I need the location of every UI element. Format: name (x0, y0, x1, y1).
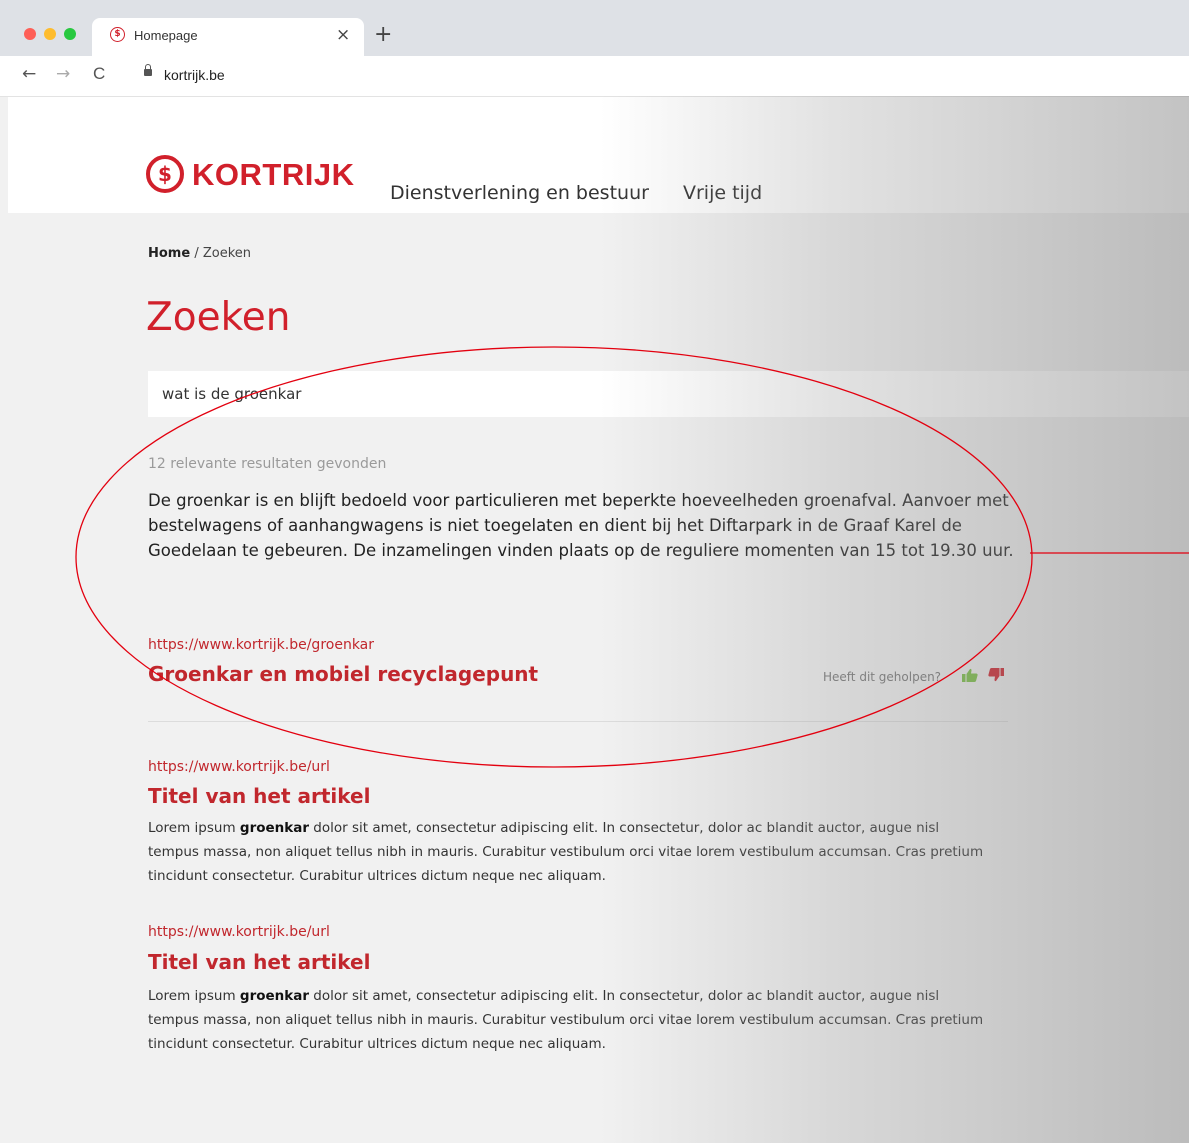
close-tab-icon[interactable]: × (336, 25, 350, 45)
thumbs-down-icon[interactable] (988, 668, 1004, 682)
search-input[interactable]: wat is de groenkar (148, 371, 1189, 417)
browser-tab-bar: $ Homepage × + (0, 0, 1189, 56)
nav-item-vrije-tijd[interactable]: Vrije tijd (683, 182, 762, 204)
lock-icon (144, 64, 152, 76)
page-title: Zoeken (146, 295, 291, 340)
breadcrumb-home[interactable]: Home (148, 246, 190, 261)
forward-icon[interactable]: → (56, 64, 70, 84)
logo-mark-icon: $ (146, 155, 184, 193)
site-header: $ KORTRIJK Dienstverlening en bestuur Vr… (8, 97, 1189, 213)
result-url[interactable]: https://www.kortrijk.be/url (148, 759, 330, 775)
browser-toolbar: ← → C kortrijk.be (0, 56, 1189, 97)
featured-result-title[interactable]: Groenkar en mobiel recyclagepunt (148, 662, 538, 686)
new-tab-icon[interactable]: + (374, 22, 392, 47)
favicon-icon: $ (110, 27, 125, 42)
result-snippet: Lorem ipsum groenkar dolor sit amet, con… (148, 820, 984, 884)
featured-answer: De groenkar is en blijft bedoeld voor pa… (148, 491, 1014, 560)
result-title[interactable]: Titel van het artikel (148, 784, 370, 808)
search-input-value: wat is de groenkar (162, 385, 302, 403)
browser-tab[interactable]: $ Homepage × (92, 18, 364, 56)
breadcrumb-separator: / (190, 246, 203, 261)
close-window-button[interactable] (24, 28, 36, 40)
back-icon[interactable]: ← (22, 64, 36, 84)
tab-title: Homepage (134, 28, 198, 43)
minimize-window-button[interactable] (44, 28, 56, 40)
result-title[interactable]: Titel van het artikel (148, 950, 370, 974)
featured-result-url[interactable]: https://www.kortrijk.be/groenkar (148, 637, 374, 653)
feedback-question: Heeft dit geholpen? (823, 670, 942, 684)
nav-item-dienstverlening[interactable]: Dienstverlening en bestuur (390, 182, 649, 204)
thumbs-up-icon[interactable] (962, 668, 978, 682)
reload-icon[interactable]: C (93, 64, 105, 84)
results-divider (148, 721, 1008, 722)
logo-text: KORTRIJK (192, 157, 355, 192)
breadcrumb: Home / Zoeken (148, 246, 251, 261)
address-bar[interactable]: kortrijk.be (164, 67, 225, 83)
result-url[interactable]: https://www.kortrijk.be/url (148, 924, 330, 940)
main-nav: Dienstverlening en bestuur Vrije tijd (390, 182, 790, 204)
result-count: 12 relevante resultaten gevonden (148, 456, 387, 472)
breadcrumb-current: Zoeken (202, 246, 252, 261)
result-snippet: Lorem ipsum groenkar dolor sit amet, con… (148, 988, 984, 1052)
maximize-window-button[interactable] (64, 28, 76, 40)
